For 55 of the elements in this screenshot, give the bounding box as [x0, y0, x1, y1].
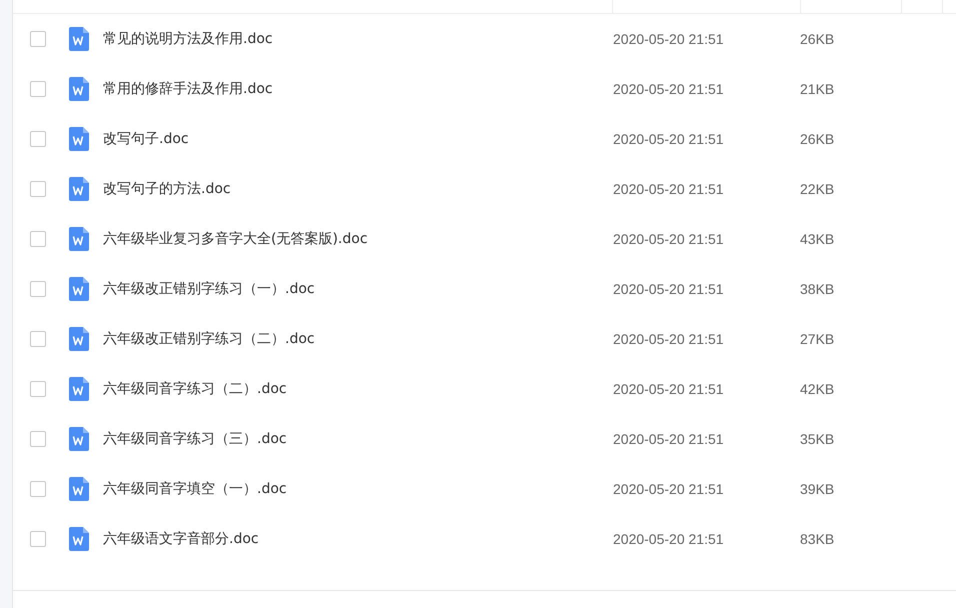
file-name[interactable]: 六年级毕业复习多音字大全(无答案版).doc	[103, 230, 613, 248]
file-size: 26KB	[800, 131, 834, 147]
file-size: 39KB	[800, 481, 834, 497]
modified-date: 2020-05-20 21:51	[613, 331, 725, 347]
word-document-icon	[69, 227, 89, 251]
file-name[interactable]: 六年级同音字练习（三）.doc	[103, 430, 613, 448]
checkbox[interactable]	[30, 381, 46, 397]
file-size: 43KB	[800, 231, 834, 247]
word-document-icon	[69, 127, 89, 151]
modified-date: 2020-05-20 21:51	[613, 381, 725, 397]
checkbox[interactable]	[30, 531, 46, 547]
checkbox[interactable]	[30, 81, 46, 97]
modified-date: 2020-05-20 21:51	[613, 181, 725, 197]
file-name[interactable]: 常用的修辞手法及作用.doc	[103, 80, 613, 98]
modified-date: 2020-05-20 21:51	[613, 31, 725, 47]
modified-date: 2020-05-20 21:51	[613, 531, 725, 547]
word-document-icon	[69, 77, 89, 101]
checkbox[interactable]	[30, 331, 46, 347]
file-name[interactable]: 六年级改正错别字练习（一）.doc	[103, 280, 613, 298]
file-name[interactable]: 改写句子的方法.doc	[103, 180, 613, 198]
file-name[interactable]: 六年级同音字练习（二）.doc	[103, 380, 613, 398]
file-size: 26KB	[800, 31, 834, 47]
modified-date: 2020-05-20 21:51	[613, 481, 725, 497]
file-name[interactable]: 六年级语文字音部分.doc	[103, 530, 613, 548]
checkbox[interactable]	[30, 281, 46, 297]
modified-date: 2020-05-20 21:51	[613, 281, 725, 297]
checkbox[interactable]	[30, 481, 46, 497]
file-size: 42KB	[800, 381, 834, 397]
checkbox[interactable]	[30, 31, 46, 47]
file-size: 35KB	[800, 431, 834, 447]
file-size: 38KB	[800, 281, 834, 297]
file-size: 22KB	[800, 181, 834, 197]
file-size: 27KB	[800, 331, 834, 347]
word-document-icon	[69, 27, 89, 51]
file-size: 83KB	[800, 531, 834, 547]
checkbox[interactable]	[30, 431, 46, 447]
file-name[interactable]: 六年级改正错别字练习（二）.doc	[103, 330, 613, 348]
word-document-icon	[69, 377, 89, 401]
word-document-icon	[69, 177, 89, 201]
modified-date: 2020-05-20 21:51	[613, 131, 725, 147]
word-document-icon	[69, 277, 89, 301]
checkbox[interactable]	[30, 231, 46, 247]
file-size: 21KB	[800, 81, 834, 97]
modified-date: 2020-05-20 21:51	[613, 231, 725, 247]
checkbox[interactable]	[30, 181, 46, 197]
modified-date: 2020-05-20 21:51	[613, 81, 725, 97]
modified-date: 2020-05-20 21:51	[613, 431, 725, 447]
file-name[interactable]: 改写句子.doc	[103, 130, 613, 148]
file-name[interactable]: 常见的说明方法及作用.doc	[103, 30, 613, 48]
checkbox[interactable]	[30, 131, 46, 147]
word-document-icon	[69, 327, 89, 351]
word-document-icon	[69, 527, 89, 551]
word-document-icon	[69, 477, 89, 501]
file-name[interactable]: 六年级同音字填空（一）.doc	[103, 480, 613, 498]
word-document-icon	[69, 427, 89, 451]
